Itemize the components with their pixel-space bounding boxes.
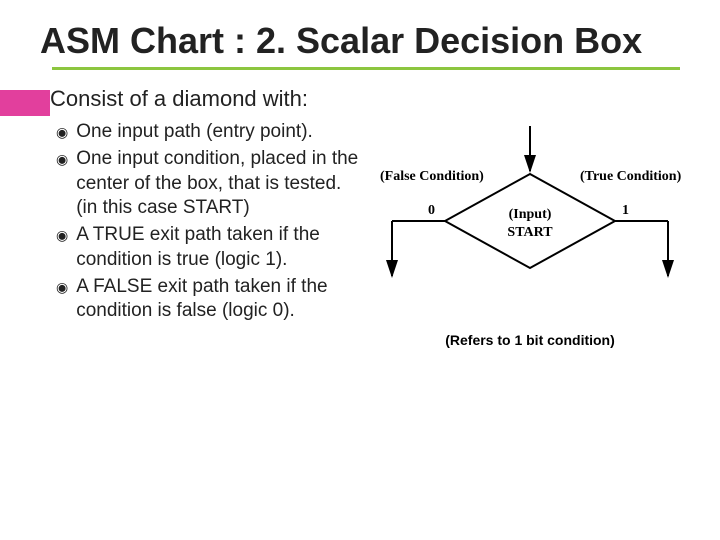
diamond-diagram-svg: (False Condition) (True Condition) 0 1 (… bbox=[370, 116, 690, 286]
sub-list: ◉ One input path (entry point). ◉ One in… bbox=[30, 120, 360, 324]
false-condition-label: (False Condition) bbox=[380, 169, 484, 184]
figure-caption: (Refers to 1 bit condition) bbox=[370, 332, 690, 348]
text-column: Consist of a diamond with: ◉ One input p… bbox=[30, 86, 360, 348]
zero-label: 0 bbox=[428, 203, 435, 218]
bullet-icon: ◉ bbox=[56, 147, 68, 171]
one-label: 1 bbox=[622, 203, 629, 218]
figure-column: (False Condition) (True Condition) 0 1 (… bbox=[370, 86, 690, 348]
bullet-icon: ◉ bbox=[56, 275, 68, 299]
bullet-icon: ◉ bbox=[56, 223, 68, 247]
list-item: ◉ One input path (entry point). bbox=[56, 120, 360, 145]
diamond-input-label: (Input) bbox=[509, 207, 552, 222]
bullet-icon: ◉ bbox=[56, 120, 68, 144]
list-item-text: One input condition, placed in the cente… bbox=[76, 147, 360, 221]
body: Consist of a diamond with: ◉ One input p… bbox=[0, 70, 720, 348]
main-bullet: Consist of a diamond with: bbox=[30, 86, 360, 112]
list-item-text: A TRUE exit path taken if the condition … bbox=[76, 223, 360, 272]
main-bullet-text: Consist of a diamond with: bbox=[50, 86, 308, 112]
list-item: ◉ A FALSE exit path taken if the conditi… bbox=[56, 275, 360, 324]
accent-block bbox=[0, 90, 50, 116]
list-item-text: A FALSE exit path taken if the condition… bbox=[76, 275, 360, 324]
slide-title: ASM Chart : 2. Scalar Decision Box bbox=[40, 20, 680, 61]
list-item: ◉ One input condition, placed in the cen… bbox=[56, 147, 360, 221]
list-item-text: One input path (entry point). bbox=[76, 120, 313, 145]
decision-box-figure: (False Condition) (True Condition) 0 1 (… bbox=[370, 116, 690, 348]
list-item: ◉ A TRUE exit path taken if the conditio… bbox=[56, 223, 360, 272]
slide: ASM Chart : 2. Scalar Decision Box Consi… bbox=[0, 0, 720, 540]
title-area: ASM Chart : 2. Scalar Decision Box bbox=[0, 0, 720, 61]
true-condition-label: (True Condition) bbox=[580, 169, 682, 184]
diamond-start-label: START bbox=[507, 225, 553, 240]
